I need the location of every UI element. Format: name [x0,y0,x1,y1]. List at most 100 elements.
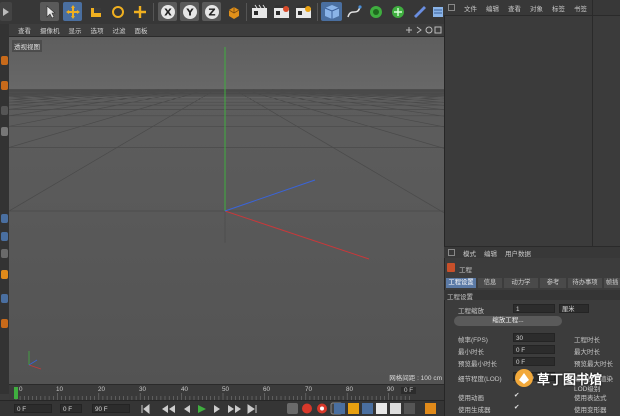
grid-icon [404,403,415,414]
min-time-field[interactable]: 0 F [513,345,555,354]
project-unit-dropdown[interactable]: 厘米 [559,304,589,313]
coordinate-system-icon[interactable] [224,2,243,21]
rotate-tool-button[interactable] [108,2,127,21]
om-menu-view[interactable]: 查看 [508,3,521,13]
menu-panel[interactable]: 面板 [135,25,148,35]
om-menu-bookmarks[interactable]: 书签 [574,3,587,13]
section-title: 工程设置 [447,294,473,301]
current-frame-field[interactable]: 0 F [14,404,52,413]
tab-frame-interp[interactable]: 帧插 [604,278,620,288]
attr-menu-mode[interactable]: 模式 [463,248,476,258]
preview-min-field[interactable]: 0 F [513,357,555,366]
point-level-icon [390,403,401,414]
tick-60: 60 [263,386,271,393]
transport-bar: 0 F 0 F 90 F [0,400,444,416]
om-column-divider [592,0,593,246]
om-menu-tags[interactable]: 标签 [552,3,565,13]
move-tool-button[interactable] [63,2,82,21]
axis-mode-icon[interactable] [1,270,8,279]
spline-pen-icon[interactable] [344,2,363,21]
preview-min-label: 预览最小时长 [458,361,497,368]
make-editable-icon[interactable] [1,56,8,65]
object-manager[interactable] [444,0,620,246]
timeline-ruler[interactable]: 0 10 20 30 40 50 60 70 80 90 0 F [9,384,444,401]
tick-70: 70 [305,386,313,393]
watermark-text: 草丁图书馆 [537,371,603,387]
menu-cameras[interactable]: 摄像机 [40,25,60,35]
tick-0: 0 [19,386,23,393]
fps-field[interactable]: 30 [513,333,555,342]
undo-icon[interactable] [0,2,12,21]
timeline-end-frame[interactable]: 0 F [401,387,417,394]
scale-project-button[interactable]: 缩放工程... [454,316,562,326]
tab-todo[interactable]: 待办事项 [568,278,602,288]
tick-90: 90 [387,386,395,393]
use-animation-checkbox[interactable]: ✔ [514,391,519,399]
cube-primitive-icon[interactable] [321,2,342,21]
polygons-mode-icon[interactable] [1,249,8,258]
attr-menu-edit[interactable]: 编辑 [484,248,497,258]
start-frame-field[interactable]: 0 F [60,404,82,413]
tab-reference[interactable]: 参考 [540,278,566,288]
x-axis-lock-button[interactable]: X [158,2,177,21]
om-menu-objects[interactable]: 对象 [530,3,543,13]
perspective-viewport[interactable] [9,37,444,384]
playhead-marker [14,387,18,399]
attr-title: 工程 [459,267,472,274]
tick-10: 10 [56,386,64,393]
tick-80: 80 [346,386,354,393]
attr-grip-icon[interactable] [448,249,455,256]
use-generators-checkbox[interactable]: ✔ [514,403,519,411]
om-menu-file[interactable]: 文件 [464,3,477,13]
model-mode-icon[interactable] [1,81,8,90]
menu-filter[interactable]: 过滤 [113,25,126,35]
project-icon [447,263,455,272]
rotate-key-icon [362,403,373,414]
watermark: 草丁图书馆 [514,367,616,389]
deformer-icon[interactable] [410,2,429,21]
om-menu-edit[interactable]: 编辑 [486,3,499,13]
scale-tool-button[interactable] [86,2,105,21]
workplane-icon[interactable] [1,127,8,136]
project-scale-field[interactable]: 1 [513,304,555,313]
lod-label: 细节程度(LOD) [458,376,502,383]
svg-text:X: X [164,7,172,18]
cloner-icon[interactable] [388,2,407,21]
subdivision-surface-icon[interactable] [366,2,385,21]
move-key-icon [334,403,345,414]
goto-start-icon [141,403,150,415]
tab-dynamics[interactable]: 动力学 [504,278,538,288]
tab-info[interactable]: 信息 [478,278,502,288]
tab-project-settings[interactable]: 工程设置 [446,278,476,288]
snap-icon[interactable] [1,294,8,303]
menu-options[interactable]: 选项 [91,25,104,35]
grid-spacing-readout: 网格间距 : 100 cm [389,375,442,382]
y-axis-lock-button[interactable]: Y [180,2,199,21]
select-tool-button[interactable] [40,2,59,21]
points-mode-icon[interactable] [1,214,8,223]
use-deformers-label: 使用变形器 [574,407,607,414]
render-picture-viewer-icon[interactable] [272,2,291,21]
z-axis-lock-button[interactable]: Z [202,2,221,21]
end-frame-field[interactable]: 90 F [92,404,130,413]
attr-menu-userdata[interactable]: 用户数据 [505,248,531,258]
scene-icon[interactable] [431,2,444,21]
playback-controls[interactable] [140,403,260,415]
filmstrip-icon [425,403,436,414]
lock-workplane-icon[interactable] [1,319,8,328]
render-view-icon[interactable] [250,2,269,21]
transform-tool-button[interactable] [130,2,149,21]
menu-display[interactable]: 显示 [69,25,82,35]
project-duration-label: 工程时长 [574,337,600,344]
record-icon [302,403,312,414]
viewport-nav-icons[interactable] [405,25,443,35]
key-mode-controls[interactable] [332,402,444,415]
panel-grip-icon[interactable] [448,4,455,11]
tick-40: 40 [181,386,189,393]
menu-view[interactable]: 查看 [18,25,31,35]
render-settings-icon[interactable] [294,2,313,21]
attr-menu-bar: 模式 编辑 用户数据 [444,247,620,258]
edges-mode-icon[interactable] [1,232,8,241]
prev-frame-icon [184,405,190,413]
texture-mode-icon[interactable] [1,106,8,115]
